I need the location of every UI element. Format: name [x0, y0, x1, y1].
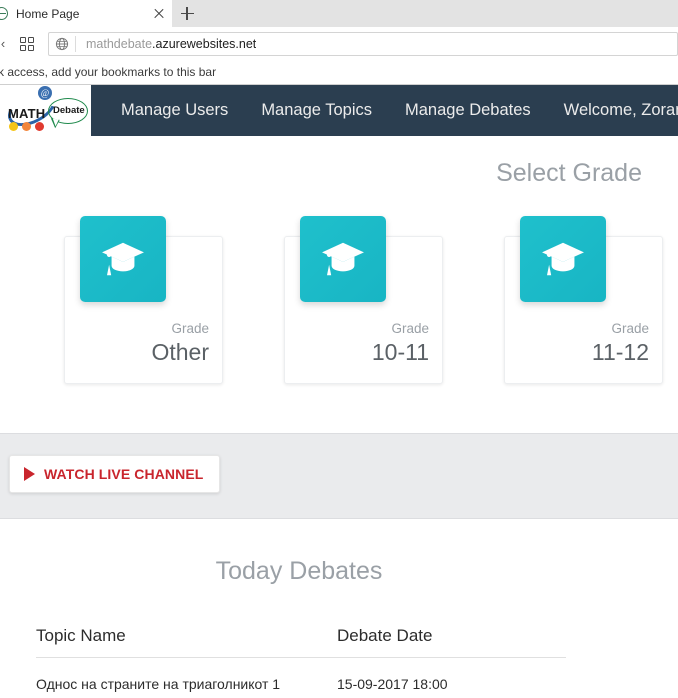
today-debates-section: Today Debates Topic Name Debate Date Одн… — [0, 519, 678, 692]
close-icon[interactable] — [150, 5, 168, 23]
grade-card-body: Grade 10-11 — [372, 320, 429, 367]
grade-card-other[interactable]: Grade Other — [64, 216, 223, 384]
graduation-cap-icon — [520, 216, 606, 302]
new-tab-button[interactable] — [172, 0, 202, 27]
debates-table: Topic Name Debate Date Однос на страните… — [36, 626, 566, 692]
browser-tab-home-page[interactable]: Home Page — [0, 0, 172, 27]
globe-favicon — [0, 6, 10, 22]
graduation-cap-icon — [80, 216, 166, 302]
grade-card-value: 10-11 — [371, 339, 429, 365]
url-subdomain: mathdebate — [86, 36, 153, 51]
watch-live-channel-button[interactable]: WATCH LIVE CHANNEL — [9, 455, 221, 493]
graduation-cap-icon — [300, 216, 386, 302]
grade-card-value: 11-12 — [591, 339, 649, 365]
debates-table-wrap: Topic Name Debate Date Однос на страните… — [0, 586, 566, 692]
logo-dots — [9, 122, 44, 131]
tab-strip: Home Page — [0, 0, 678, 27]
nav-manage-debates[interactable]: Manage Debates — [405, 101, 531, 120]
table-header-row: Topic Name Debate Date — [36, 626, 566, 658]
play-triangle-icon — [24, 467, 35, 481]
bookmarks-hint: k access, add your bookmarks to this bar — [0, 65, 217, 79]
grade-card-body: Grade Other — [151, 320, 209, 367]
grade-card-10-11[interactable]: Grade 10-11 — [284, 216, 443, 384]
url-text: mathdebate.azurewebsites.net — [76, 37, 256, 51]
table-row[interactable]: Однос на страните на триаголникот 1 15-0… — [36, 658, 566, 692]
tab-title: Home Page — [16, 6, 80, 21]
globe-icon — [49, 33, 75, 55]
logo-bubble-tail — [49, 118, 60, 129]
watch-live-channel-label: WATCH LIVE CHANNEL — [44, 466, 204, 482]
today-debates-title: Today Debates — [215, 557, 383, 585]
logo-math-text: MATH — [8, 106, 46, 121]
grade-card-label: Grade — [611, 321, 649, 336]
grade-card-body: Grade 11-12 — [592, 320, 649, 367]
page-viewport: @ MATH Debate Manage Users Manage Topics… — [0, 85, 678, 698]
grade-card-label: Grade — [391, 321, 429, 336]
site-logo[interactable]: @ MATH Debate — [0, 85, 91, 136]
select-grade-section: Select Grade Grade Other Grade 10-11 Gra… — [0, 136, 678, 433]
grade-card-label: Grade — [171, 321, 209, 336]
select-grade-title: Select Grade — [496, 159, 642, 187]
logo-at-circle: @ — [38, 86, 52, 100]
column-header-debate-date: Debate Date — [301, 626, 566, 658]
site-navbar: @ MATH Debate Manage Users Manage Topics… — [0, 85, 678, 136]
browser-window: Home Page ‹ mathdebate.azurewebsites.net — [0, 0, 678, 698]
logo-debate-text: Debate — [53, 105, 85, 116]
nav-links: Manage Users Manage Topics Manage Debate… — [91, 85, 678, 136]
bookmarks-bar[interactable]: k access, add your bookmarks to this bar — [0, 60, 678, 84]
apps-grid-icon[interactable] — [14, 31, 40, 57]
grade-card-11-12[interactable]: Grade 11-12 — [504, 216, 663, 384]
nav-welcome-user[interactable]: Welcome, Zoran.Trifu — [564, 101, 678, 120]
live-channel-band: WATCH LIVE CHANNEL — [0, 433, 678, 519]
cell-topic-name: Однос на страните на триаголникот 1 — [36, 676, 281, 692]
browser-toolbar: ‹ mathdebate.azurewebsites.net — [0, 27, 678, 60]
address-bar[interactable]: mathdebate.azurewebsites.net — [48, 31, 678, 56]
nav-manage-users[interactable]: Manage Users — [121, 101, 228, 120]
url-domain: .azurewebsites.net — [152, 36, 257, 51]
back-forward-partial-icon[interactable]: ‹ — [0, 34, 10, 54]
nav-manage-topics[interactable]: Manage Topics — [261, 101, 372, 120]
cell-debate-date: 15-09-2017 18:00 — [337, 676, 448, 692]
column-header-topic-name: Topic Name — [36, 626, 301, 658]
grade-card-value: Other — [151, 339, 209, 365]
grade-card-list: Grade Other Grade 10-11 Grade 11-12 — [0, 188, 678, 384]
